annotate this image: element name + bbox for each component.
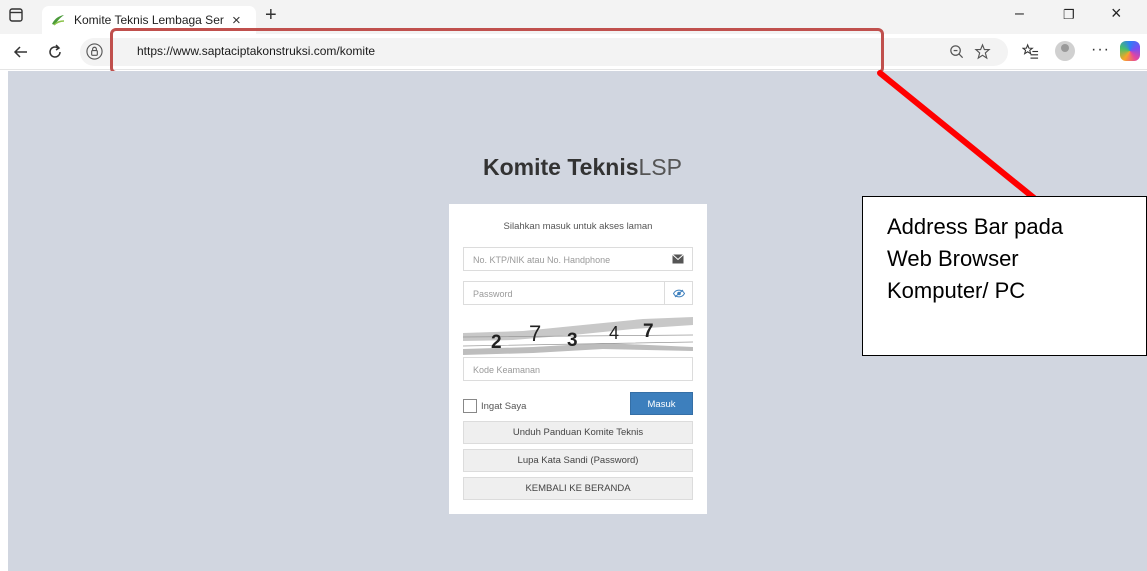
security-code-placeholder: Kode Keamanan (473, 365, 541, 375)
forgot-password-button[interactable]: Lupa Kata Sandi (Password) (463, 449, 693, 472)
show-password-icon[interactable] (664, 282, 692, 304)
remember-me[interactable]: Ingat Saya (463, 399, 526, 413)
reload-icon[interactable] (46, 43, 64, 61)
captcha-digit: 7 (643, 321, 654, 342)
security-code-input[interactable]: Kode Keamanan (463, 357, 693, 381)
remember-label: Ingat Saya (481, 400, 527, 412)
minimize-icon[interactable]: – (1015, 6, 1024, 22)
new-tab-icon[interactable]: + (265, 5, 277, 25)
envelope-icon (664, 248, 692, 270)
captcha-digit: 4 (609, 323, 619, 343)
sidebar-icon[interactable] (9, 8, 23, 22)
captcha-image: 2 7 3 4 7 (463, 313, 693, 357)
captcha-digit: 7 (529, 321, 541, 346)
copilot-icon[interactable] (1120, 41, 1140, 61)
restore-icon[interactable]: ❐ (1063, 8, 1075, 21)
profile-icon[interactable] (1055, 41, 1075, 61)
id-placeholder: No. KTP/NIK atau No. Handphone (473, 255, 611, 265)
callout-line: Komputer/ PC (887, 278, 1026, 303)
callout-line: Address Bar pada (887, 214, 1064, 239)
back-home-button[interactable]: KEMBALI KE BERANDA (463, 477, 693, 500)
window-close-icon[interactable]: × (1111, 4, 1122, 22)
password-placeholder: Password (473, 289, 513, 299)
favorite-star-icon[interactable] (974, 43, 991, 60)
callout-line: Web Browser (887, 246, 1019, 271)
more-icon[interactable]: ··· (1091, 41, 1110, 59)
page-title: Komite TeknisLSP (483, 154, 682, 181)
favicon-icon (52, 15, 65, 26)
download-guide-button[interactable]: Unduh Panduan Komite Teknis (463, 421, 693, 444)
zoom-icon[interactable] (948, 43, 965, 60)
address-bar-highlight (110, 28, 884, 74)
site-info-icon[interactable] (86, 43, 103, 60)
favorites-icon[interactable] (1022, 43, 1039, 60)
tab-title: Komite Teknis Lembaga Sertifikasi (74, 13, 224, 27)
login-card: Silahkan masuk untuk akses laman No. KTP… (449, 204, 707, 514)
brand-bold: Komite Teknis (483, 154, 639, 180)
brand-light: LSP (638, 154, 682, 180)
back-icon[interactable] (12, 43, 30, 61)
remember-checkbox[interactable] (463, 399, 477, 413)
id-input[interactable]: No. KTP/NIK atau No. Handphone (463, 247, 693, 271)
password-input[interactable]: Password (463, 281, 693, 305)
captcha-digit: 2 (491, 332, 502, 353)
captcha-digit: 3 (567, 330, 578, 351)
tab-close-icon[interactable]: × (232, 13, 241, 28)
login-button[interactable]: Masuk (630, 392, 693, 415)
login-lead: Silahkan masuk untuk akses laman (503, 221, 653, 232)
annotation-callout: Address Bar pada Web Browser Komputer/ P… (862, 196, 1147, 356)
